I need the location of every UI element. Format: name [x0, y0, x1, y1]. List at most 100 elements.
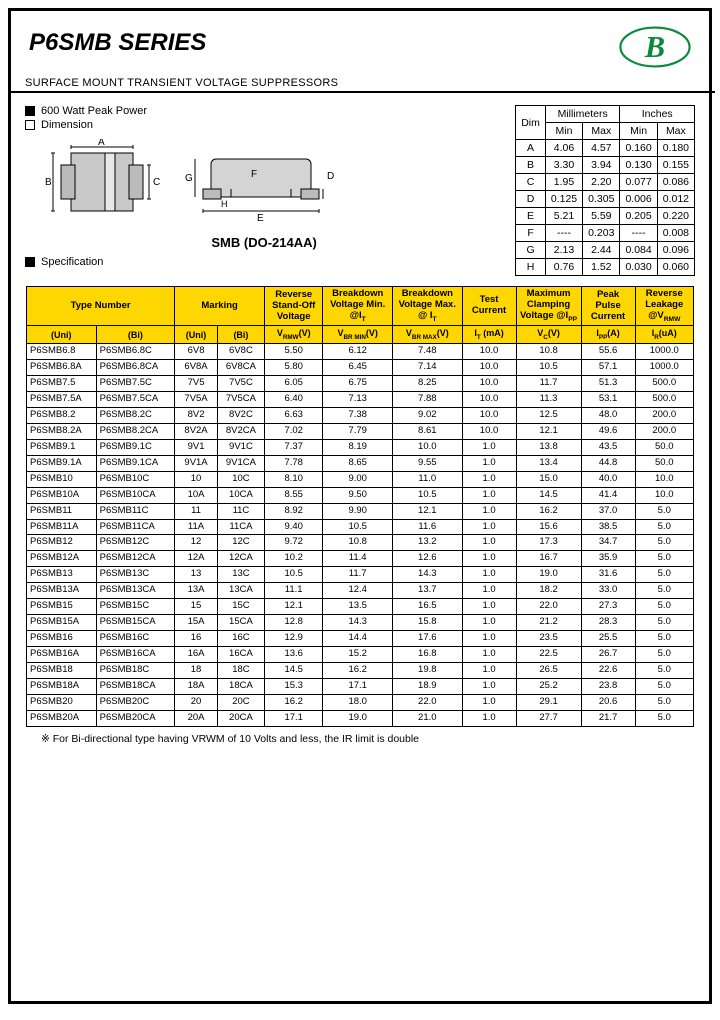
header: P6SMB SERIES B SURFACE MOUNT TRANSIENT V…: [11, 11, 709, 97]
table-cell: 0.086: [657, 174, 694, 191]
table-cell: 16.5: [393, 599, 463, 615]
table-cell: P6SMB15CA: [96, 615, 175, 631]
page-frame: P6SMB SERIES B SURFACE MOUNT TRANSIENT V…: [8, 8, 712, 1004]
table-cell: 8.65: [323, 455, 393, 471]
spec-subheader-vbrmin: VBR MIN(V): [323, 326, 393, 344]
table-cell: 6V8CA: [217, 360, 264, 376]
table-cell: 22.5: [516, 646, 581, 662]
dim-header-mm: Millimeters: [545, 106, 620, 123]
dim-header-in: Inches: [620, 106, 695, 123]
table-cell: H: [516, 259, 546, 276]
table-cell: 0.060: [657, 259, 694, 276]
square-bullet-icon: [25, 257, 35, 267]
table-cell: 18: [175, 662, 218, 678]
table-cell: 13.2: [393, 535, 463, 551]
dim-header-min: Min: [545, 123, 582, 140]
table-cell: 20CA: [217, 710, 264, 726]
table-cell: 15: [175, 599, 218, 615]
table-cell: 25.5: [581, 631, 635, 647]
table-cell: 18.9: [393, 678, 463, 694]
table-cell: 1.95: [545, 174, 582, 191]
table-cell: 1.0: [462, 599, 516, 615]
table-cell: 1.0: [462, 535, 516, 551]
square-bullet-icon: [25, 106, 35, 116]
spec-header-vbrmin: Breakdown Voltage Min. @IT: [323, 287, 393, 326]
table-cell: 5.0: [635, 551, 693, 567]
table-cell: 5.0: [635, 567, 693, 583]
spec-header-ir: Reverse Leakage @VRMW: [635, 287, 693, 326]
table-cell: 38.5: [581, 519, 635, 535]
dim-header-max: Max: [583, 123, 620, 140]
table-cell: 8V2: [175, 408, 218, 424]
table-cell: 8.61: [393, 424, 463, 440]
table-cell: 37.0: [581, 503, 635, 519]
table-cell: 23.5: [516, 631, 581, 647]
table-cell: 7.14: [393, 360, 463, 376]
table-cell: 5.50: [265, 344, 323, 360]
table-cell: 8.10: [265, 471, 323, 487]
table-cell: 9.72: [265, 535, 323, 551]
table-cell: 11.7: [516, 376, 581, 392]
table-cell: P6SMB10CA: [96, 487, 175, 503]
table-cell: 20.6: [581, 694, 635, 710]
table-cell: 10.5: [516, 360, 581, 376]
table-cell: 11.7: [323, 567, 393, 583]
table-cell: P6SMB6.8C: [96, 344, 175, 360]
table-row: P6SMB20P6SMB20C2020C16.218.022.01.029.12…: [27, 694, 694, 710]
table-cell: P6SMB20A: [27, 710, 97, 726]
specification-table: Type Number Marking Reverse Stand-Off Vo…: [26, 286, 694, 727]
table-cell: 10.0: [462, 424, 516, 440]
table-cell: 11C: [217, 503, 264, 519]
table-cell: 13.6: [265, 646, 323, 662]
table-cell: 5.0: [635, 519, 693, 535]
table-cell: 10: [175, 471, 218, 487]
table-cell: 9V1CA: [217, 455, 264, 471]
table-cell: 5.0: [635, 535, 693, 551]
table-cell: 2.13: [545, 242, 582, 259]
table-row: P6SMB18P6SMB18C1818C14.516.219.81.026.52…: [27, 662, 694, 678]
table-cell: 17.1: [323, 678, 393, 694]
svg-text:B: B: [644, 30, 665, 64]
table-cell: 0.76: [545, 259, 582, 276]
table-cell: 0.125: [545, 191, 582, 208]
table-row: H0.761.520.0300.060: [516, 259, 695, 276]
bullet-specification: Specification: [25, 256, 503, 268]
table-cell: 10.5: [265, 567, 323, 583]
table-cell: 7V5A: [175, 392, 218, 408]
table-cell: 19.8: [393, 662, 463, 678]
table-cell: 8V2CA: [217, 424, 264, 440]
table-cell: 10.5: [323, 519, 393, 535]
table-cell: 500.0: [635, 376, 693, 392]
table-cell: 1.0: [462, 678, 516, 694]
table-cell: P6SMB7.5CA: [96, 392, 175, 408]
table-cell: 1.0: [462, 710, 516, 726]
table-cell: P6SMB11A: [27, 519, 97, 535]
table-cell: 14.5: [516, 487, 581, 503]
table-cell: 7V5CA: [217, 392, 264, 408]
table-cell: 6.75: [323, 376, 393, 392]
table-cell: P6SMB16C: [96, 631, 175, 647]
table-cell: 7V5: [175, 376, 218, 392]
spec-subheader-bi: (Bi): [217, 326, 264, 344]
dimension-table: Dim Millimeters Inches Min Max Min Max A…: [515, 105, 695, 276]
table-cell: P6SMB15C: [96, 599, 175, 615]
table-cell: 10.0: [393, 439, 463, 455]
square-outline-bullet-icon: [25, 120, 35, 130]
table-cell: A: [516, 140, 546, 157]
table-cell: 10.2: [265, 551, 323, 567]
table-cell: 5.0: [635, 503, 693, 519]
table-cell: 5.21: [545, 208, 582, 225]
table-cell: P6SMB10A: [27, 487, 97, 503]
svg-text:B: B: [45, 177, 52, 188]
table-row: P6SMB10P6SMB10C1010C8.109.0011.01.015.04…: [27, 471, 694, 487]
table-cell: 9V1C: [217, 439, 264, 455]
svg-text:F: F: [251, 169, 257, 180]
table-cell: 57.1: [581, 360, 635, 376]
table-cell: 5.80: [265, 360, 323, 376]
table-cell: P6SMB8.2CA: [96, 424, 175, 440]
table-cell: P6SMB8.2A: [27, 424, 97, 440]
table-cell: E: [516, 208, 546, 225]
table-cell: 13.5: [323, 599, 393, 615]
table-cell: 31.6: [581, 567, 635, 583]
table-cell: 10.0: [462, 408, 516, 424]
